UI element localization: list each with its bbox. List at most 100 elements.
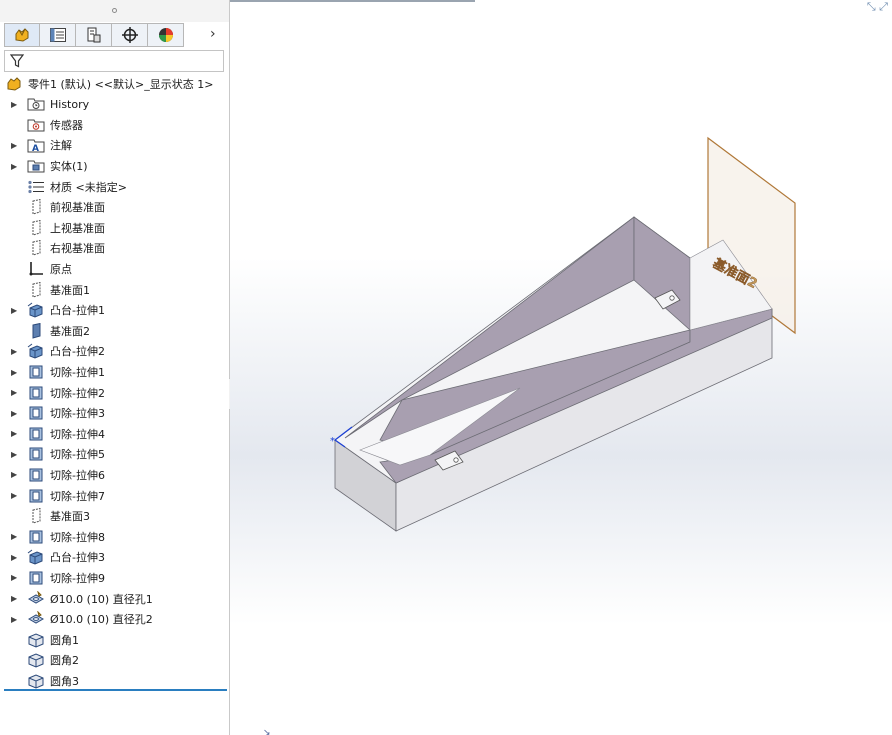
tree-item-label: 切除-拉伸2: [50, 386, 105, 400]
tree-item[interactable]: ▶ 切除-拉伸2: [0, 382, 229, 403]
tree-item[interactable]: ▶ A 注解: [0, 135, 229, 156]
tab-dimxpert-manager[interactable]: [112, 23, 148, 47]
tree-item-label: 原点: [50, 263, 72, 277]
expand-arrow-icon[interactable]: ▶: [11, 347, 17, 356]
expand-arrow-icon[interactable]: ▶: [11, 388, 17, 397]
plane-icon: [27, 199, 45, 215]
expand-arrow-icon[interactable]: ▶: [11, 429, 17, 438]
tree-item-label: 注解: [50, 139, 72, 153]
tree-item[interactable]: ▶ 切除-拉伸9: [0, 568, 229, 589]
tree-filter-box[interactable]: [4, 50, 224, 72]
expand-arrow-icon[interactable]: ▶: [11, 594, 17, 603]
tree-item[interactable]: 基准面2: [0, 321, 229, 342]
tree-item[interactable]: ▶ 切除-拉伸4: [0, 424, 229, 445]
tree-item[interactable]: 原点: [0, 259, 229, 280]
tree-item-label: 凸台-拉伸3: [50, 551, 105, 565]
tree-item-label: 切除-拉伸4: [50, 427, 105, 441]
expand-arrow-icon[interactable]: ▶: [11, 368, 17, 377]
tree-item-label: 凸台-拉伸2: [50, 345, 105, 359]
cut-extrude-icon: [27, 529, 45, 545]
expand-arrow-icon[interactable]: ▶: [11, 532, 17, 541]
solid-bodies-icon: [27, 158, 45, 174]
tree-item-label: 切除-拉伸6: [50, 468, 105, 482]
tree-item[interactable]: ▶ History: [0, 94, 229, 115]
tree-item[interactable]: ▶ 凸台-拉伸3: [0, 547, 229, 568]
tree-item[interactable]: ▶ 切除-拉伸6: [0, 465, 229, 486]
tree-item[interactable]: ▶ 切除-拉伸5: [0, 444, 229, 465]
expand-arrow-icon[interactable]: ▶: [11, 141, 17, 150]
tabs-scroll-right-icon[interactable]: ›: [210, 26, 216, 42]
tree-item[interactable]: ▶ 切除-拉伸7: [0, 485, 229, 506]
tree-item[interactable]: 上视基准面: [0, 218, 229, 239]
panel-grip-icon[interactable]: [112, 8, 117, 13]
expand-arrow-icon[interactable]: ▶: [11, 573, 17, 582]
tree-item-label: 圆角3: [50, 674, 79, 688]
tree-item[interactable]: 基准面1: [0, 279, 229, 300]
tree-root-part[interactable]: 零件1 (默认) <<默认>_显示状态 1>: [6, 75, 213, 93]
panel-divider: [4, 689, 227, 691]
tab-feature-manager[interactable]: [4, 23, 40, 47]
tree-item-label: Ø10.0 (10) 直径孔1: [50, 592, 153, 606]
filter-icon: [10, 54, 24, 68]
expand-arrow-icon[interactable]: ▶: [11, 553, 17, 562]
tree-item[interactable]: 前视基准面: [0, 197, 229, 218]
svg-text:A: A: [32, 144, 39, 153]
property-manager-icon: [49, 28, 66, 42]
tree-item[interactable]: 圆角2: [0, 650, 229, 671]
tree-item[interactable]: 圆角1: [0, 629, 229, 650]
tree-root-label: 零件1 (默认) <<默认>_显示状态 1>: [28, 78, 214, 91]
expand-arrow-icon[interactable]: ▶: [11, 470, 17, 479]
tree-item[interactable]: ▶ 凸台-拉伸2: [0, 341, 229, 362]
model-view: 基准面2 * ↘: [263, 136, 796, 735]
tree-item[interactable]: 基准面3: [0, 506, 229, 527]
tab-configuration-manager[interactable]: [76, 23, 112, 47]
tree-item[interactable]: ▶ Ø10.0 (10) 直径孔1: [0, 588, 229, 609]
fillet-icon: [27, 652, 45, 668]
history-folder-icon: [27, 96, 45, 112]
part-icon: [7, 77, 21, 91]
tree-item-label: 圆角2: [50, 654, 79, 668]
material-icon: [27, 179, 45, 195]
feature-manager-icon: [15, 28, 29, 42]
plane-icon: [27, 219, 45, 236]
tree-item-label: 传感器: [50, 118, 83, 132]
configuration-manager-icon: [87, 27, 100, 43]
boss-extrude-icon: [27, 549, 45, 565]
tab-display-manager[interactable]: [148, 23, 184, 47]
hole-wizard-icon: [27, 611, 45, 627]
expand-arrow-icon[interactable]: ▶: [11, 450, 17, 459]
feature-manager-panel: › 零件1 (默认) <<默认>_显示状态 1> ▶ History 传感器 ▶ A 注解…: [0, 0, 237, 735]
panel-tabs: [4, 23, 184, 49]
expand-arrow-icon[interactable]: ▶: [11, 162, 17, 171]
tree-item[interactable]: 材质 <未指定>: [0, 176, 229, 197]
expand-arrow-icon[interactable]: ▶: [11, 306, 17, 315]
tree-item[interactable]: ▶ 切除-拉伸3: [0, 403, 229, 424]
tree-item[interactable]: ▶ 切除-拉伸8: [0, 526, 229, 547]
display-manager-icon: [158, 28, 173, 42]
cut-extrude-icon: [27, 446, 45, 462]
expand-arrow-icon[interactable]: ▶: [11, 100, 17, 109]
cut-extrude-icon: [27, 570, 45, 586]
tree-item[interactable]: ▶ Ø10.0 (10) 直径孔2: [0, 609, 229, 630]
boss-extrude-icon: [27, 302, 45, 318]
tree-item-label: 基准面2: [50, 324, 90, 338]
tree-item-label: History: [50, 97, 90, 111]
tab-property-manager[interactable]: [40, 23, 76, 47]
tree-item[interactable]: 右视基准面: [0, 238, 229, 259]
expand-arrow-icon[interactable]: ▶: [11, 409, 17, 418]
graphics-area[interactable]: ⤡ ⤢ 基准面2 * ↘: [230, 0, 892, 735]
tree-item[interactable]: ▶ 实体(1): [0, 156, 229, 177]
tree-item-label: 材质 <未指定>: [50, 180, 127, 194]
expand-arrow-icon[interactable]: ▶: [11, 615, 17, 624]
cut-extrude-icon: [27, 426, 45, 442]
tree-item[interactable]: ▶ 凸台-拉伸1: [0, 300, 229, 321]
tree-item[interactable]: 传感器: [0, 115, 229, 136]
tree-item-label: 右视基准面: [50, 242, 105, 256]
cut-extrude-icon: [27, 467, 45, 483]
tree-item[interactable]: ▶ 切除-拉伸1: [0, 362, 229, 383]
expand-arrow-icon[interactable]: ▶: [11, 491, 17, 500]
plane-icon: [27, 508, 45, 524]
origin-icon: [27, 261, 45, 277]
tree-item-label: 上视基准面: [50, 221, 105, 235]
axis-triad-icon: ↘: [263, 728, 271, 735]
